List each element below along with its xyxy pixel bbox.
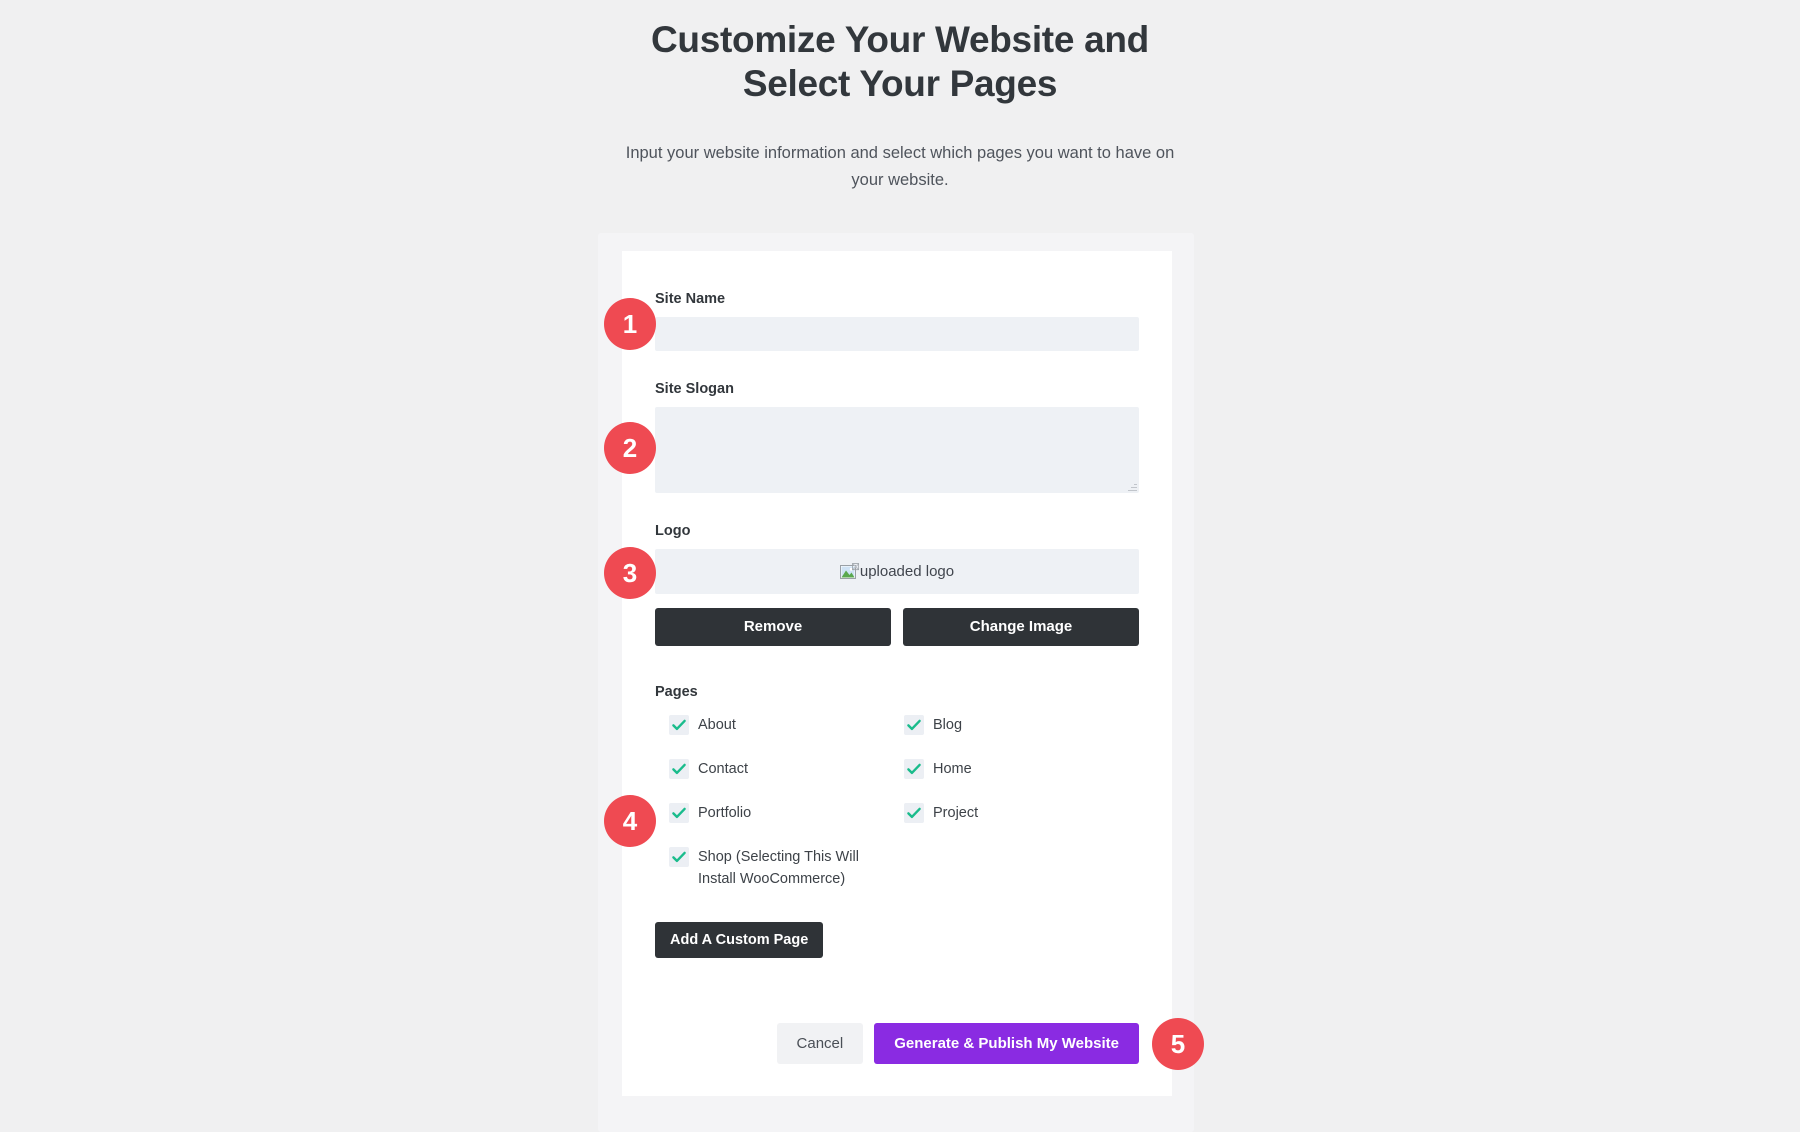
remove-logo-button[interactable]: Remove — [655, 608, 891, 646]
page-checkbox-project[interactable]: Project — [904, 802, 1139, 846]
checkbox-checked-icon[interactable] — [904, 715, 924, 735]
logo-buttons: Remove Change Image — [655, 608, 1139, 646]
site-slogan-field: Site Slogan — [655, 381, 1139, 493]
pages-field: Pages About Blog Contact Home Portfolio … — [655, 684, 1139, 958]
page-subtitle: Input your website information and selec… — [625, 144, 1175, 190]
page-checkbox-home[interactable]: Home — [904, 758, 1139, 802]
step-badge-2: 2 — [604, 422, 656, 474]
site-slogan-label: Site Slogan — [655, 381, 734, 397]
checkbox-checked-icon[interactable] — [904, 759, 924, 779]
change-image-button[interactable]: Change Image — [903, 608, 1139, 646]
page-checkbox-contact[interactable]: Contact — [669, 758, 904, 802]
page-label: Contact — [698, 761, 748, 777]
page-checkbox-about[interactable]: About — [669, 714, 904, 758]
page-label: Blog — [933, 717, 963, 733]
step-badge-3: 3 — [604, 547, 656, 599]
site-name-field: Site Name — [655, 291, 1139, 351]
step-badge-1: 1 — [604, 298, 656, 350]
site-name-label: Site Name — [655, 291, 726, 307]
pages-grid: About Blog Contact Home Portfolio Projec… — [655, 714, 1139, 891]
page-label: Project — [933, 805, 979, 821]
settings-card: Site Name Site Slogan Logo uploaded logo… — [622, 251, 1172, 1096]
page-checkbox-portfolio[interactable]: Portfolio — [669, 802, 904, 846]
card-footer-actions: Cancel Generate & Publish My Website — [776, 1023, 1139, 1064]
page-label: Home — [933, 761, 972, 777]
generate-publish-button[interactable]: Generate & Publish My Website — [874, 1023, 1139, 1064]
pages-label: Pages — [655, 684, 698, 700]
page-label: Portfolio — [698, 805, 752, 821]
step-badge-4: 4 — [604, 795, 656, 847]
page-title: Customize Your Website and Select Your P… — [651, 19, 1149, 104]
add-custom-page-button[interactable]: Add A Custom Page — [655, 921, 824, 958]
checkbox-checked-icon[interactable] — [904, 803, 924, 823]
broken-image-icon — [839, 563, 859, 582]
site-slogan-input[interactable] — [655, 407, 1139, 493]
page-header: Customize Your Website and Select Your P… — [0, 0, 1800, 194]
checkbox-checked-icon[interactable] — [669, 803, 689, 823]
checkbox-checked-icon[interactable] — [669, 847, 689, 867]
logo-field: Logo uploaded logo Remove Change Image — [655, 523, 1139, 646]
page-label: Shop (Selecting This Will Install WooCom… — [698, 849, 859, 888]
step-badge-5: 5 — [1152, 1018, 1204, 1070]
logo-alt-text: uploaded logo — [859, 563, 955, 580]
logo-label: Logo — [655, 523, 691, 539]
logo-preview: uploaded logo — [655, 549, 1139, 594]
page-label: About — [698, 717, 736, 733]
logo-broken-image: uploaded logo — [839, 562, 955, 582]
checkbox-checked-icon[interactable] — [669, 759, 689, 779]
checkbox-checked-icon[interactable] — [669, 715, 689, 735]
site-slogan-wrap — [655, 407, 1139, 493]
page-checkbox-shop[interactable]: Shop (Selecting This Will Install WooCom… — [669, 846, 904, 891]
cancel-button[interactable]: Cancel — [776, 1023, 864, 1064]
page-checkbox-blog[interactable]: Blog — [904, 714, 1139, 758]
site-name-input[interactable] — [655, 317, 1139, 351]
